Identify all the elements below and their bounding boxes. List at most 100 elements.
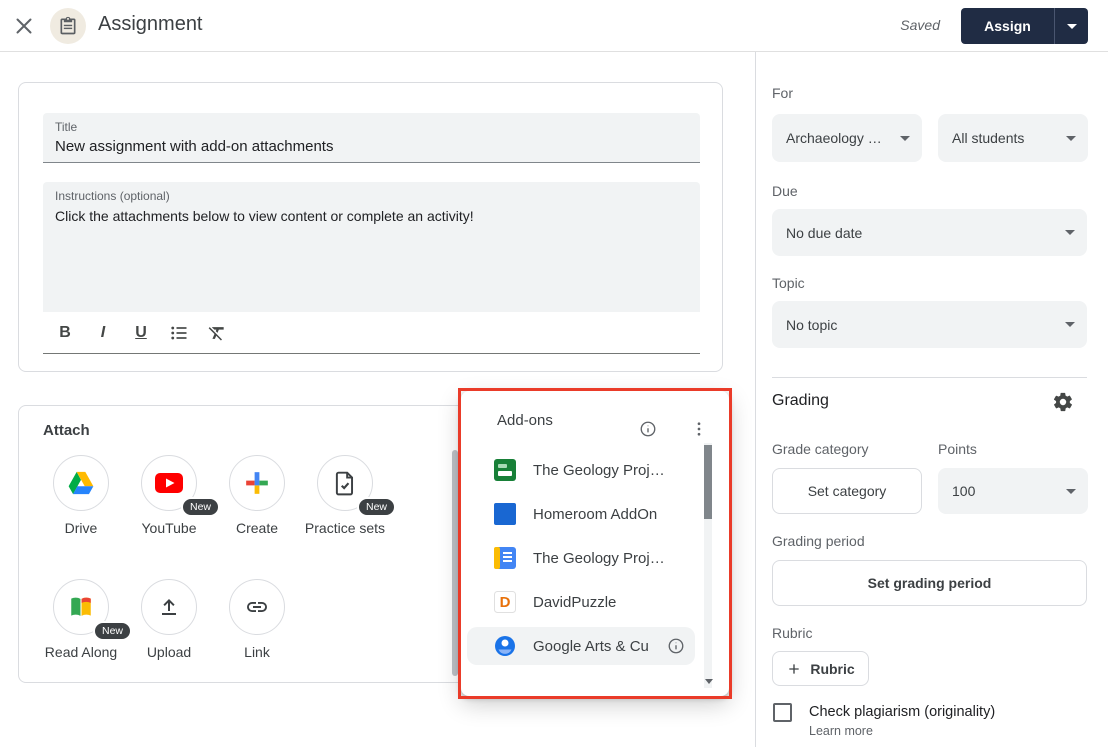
chevron-down-icon bbox=[1066, 489, 1076, 494]
rubric-button-label: Rubric bbox=[810, 661, 854, 677]
geology-addon-icon bbox=[494, 459, 516, 481]
attach-scrollbar[interactable] bbox=[452, 450, 458, 676]
due-label: Due bbox=[772, 183, 798, 199]
info-icon[interactable] bbox=[639, 420, 657, 443]
info-icon[interactable] bbox=[667, 637, 685, 660]
upload-icon[interactable] bbox=[141, 579, 197, 635]
chain-link-icon bbox=[245, 595, 269, 619]
davidpuzzle-addon-icon: D bbox=[494, 591, 516, 613]
attach-practice-sets-button[interactable]: Practice sets New bbox=[301, 455, 389, 538]
arts-culture-addon-icon bbox=[494, 635, 516, 657]
for-label: For bbox=[772, 85, 793, 101]
addon-item-google-arts-culture[interactable]: Google Arts & Cu bbox=[467, 627, 695, 665]
attach-link-button[interactable]: Link bbox=[213, 579, 301, 662]
popup-scrollbar-thumb[interactable] bbox=[704, 445, 712, 519]
instructions-text-area[interactable]: Instructions (optional) Click the attach… bbox=[43, 182, 700, 312]
set-category-select[interactable]: Set category bbox=[772, 468, 922, 514]
chevron-down-icon bbox=[1066, 136, 1076, 141]
attach-read-along-button[interactable]: Read Along New bbox=[37, 579, 125, 662]
book-icon bbox=[68, 594, 94, 620]
grading-title: Grading bbox=[772, 392, 829, 410]
add-rubric-button[interactable]: Rubric bbox=[772, 651, 869, 686]
close-button[interactable] bbox=[12, 14, 36, 38]
svg-text:D: D bbox=[500, 594, 511, 611]
assignment-icon bbox=[50, 8, 86, 44]
due-date-value: No due date bbox=[786, 225, 1065, 241]
sidebar-divider bbox=[755, 52, 756, 747]
more-options-icon[interactable] bbox=[690, 420, 708, 443]
assignment-form-card: Title New assignment with add-on attachm… bbox=[18, 82, 723, 372]
attach-youtube-button[interactable]: YouTube New bbox=[125, 455, 213, 538]
add-ons-popup: Add-ons The Geology Proj… Homeroom AddOn… bbox=[461, 391, 729, 696]
set-grading-period-button[interactable]: Set grading period bbox=[772, 560, 1087, 606]
popup-scrollbar[interactable] bbox=[704, 443, 712, 688]
underline-icon[interactable]: U bbox=[129, 321, 153, 345]
italic-icon[interactable]: I bbox=[91, 321, 115, 345]
students-select-value: All students bbox=[952, 130, 1066, 146]
due-date-select[interactable]: No due date bbox=[772, 209, 1087, 256]
instructions-label: Instructions (optional) bbox=[55, 189, 170, 203]
instructions-input[interactable]: Instructions (optional) Click the attach… bbox=[43, 182, 700, 354]
attach-item-label: Upload bbox=[125, 642, 213, 662]
addon-item-label: Homeroom AddOn bbox=[533, 506, 657, 523]
create-icon[interactable] bbox=[229, 455, 285, 511]
assign-dropdown-button[interactable] bbox=[1054, 8, 1088, 44]
addon-item-geology-1[interactable]: The Geology Proj… bbox=[467, 448, 695, 492]
clipboard-icon bbox=[58, 16, 78, 36]
attach-upload-button[interactable]: Upload bbox=[125, 579, 213, 662]
addon-item-label: The Geology Proj… bbox=[533, 462, 665, 479]
addon-item-davidpuzzle[interactable]: D DavidPuzzle bbox=[467, 580, 695, 624]
learn-more-link[interactable]: Learn more bbox=[809, 724, 873, 738]
chevron-down-icon bbox=[900, 136, 910, 141]
attach-label: Attach bbox=[43, 422, 90, 439]
students-select[interactable]: All students bbox=[938, 114, 1088, 162]
upload-arrow-icon bbox=[157, 595, 181, 619]
bulleted-list-icon[interactable] bbox=[167, 321, 191, 345]
page-title: Assignment bbox=[98, 13, 203, 36]
attach-item-label: Read Along bbox=[37, 642, 125, 662]
attach-item-label: Create bbox=[213, 518, 301, 538]
addon-item-label: Google Arts & Cu bbox=[533, 638, 649, 655]
attach-item-label: Drive bbox=[37, 518, 125, 538]
plagiarism-checkbox[interactable] bbox=[773, 703, 792, 722]
link-icon[interactable] bbox=[229, 579, 285, 635]
new-badge: New bbox=[357, 497, 396, 517]
google-plus-icon bbox=[244, 470, 270, 496]
addon-item-homeroom[interactable]: Homeroom AddOn bbox=[467, 492, 695, 536]
clear-formatting-icon[interactable] bbox=[205, 321, 229, 345]
points-value: 100 bbox=[952, 483, 1066, 499]
attach-create-button[interactable]: Create bbox=[213, 455, 301, 538]
gear-icon[interactable] bbox=[1052, 391, 1074, 418]
addon-item-label: DavidPuzzle bbox=[533, 594, 616, 611]
homeroom-addon-icon bbox=[494, 503, 516, 525]
chevron-down-icon bbox=[1065, 230, 1075, 235]
title-input[interactable]: Title New assignment with add-on attachm… bbox=[43, 113, 700, 163]
class-select[interactable]: Archaeology … bbox=[772, 114, 922, 162]
assign-split-button: Assign bbox=[961, 8, 1088, 44]
rubric-label: Rubric bbox=[772, 625, 812, 641]
points-select[interactable]: 100 bbox=[938, 468, 1088, 514]
points-label: Points bbox=[938, 441, 977, 457]
class-select-value: Archaeology … bbox=[786, 130, 900, 146]
drive-icon[interactable] bbox=[53, 455, 109, 511]
scroll-down-icon[interactable] bbox=[705, 679, 713, 684]
attach-drive-button[interactable]: Drive bbox=[37, 455, 125, 538]
plus-icon bbox=[786, 661, 802, 677]
set-grading-period-label: Set grading period bbox=[868, 575, 992, 591]
google-drive-icon bbox=[67, 469, 95, 497]
topic-select[interactable]: No topic bbox=[772, 301, 1087, 348]
title-label: Title bbox=[55, 120, 77, 134]
bold-icon[interactable]: B bbox=[53, 321, 77, 345]
close-icon bbox=[15, 17, 33, 35]
assign-button[interactable]: Assign bbox=[961, 8, 1054, 44]
addon-item-geology-2[interactable]: The Geology Proj… bbox=[467, 536, 695, 580]
document-check-icon bbox=[332, 470, 358, 496]
assignment-page: Assignment Saved Assign Title New assign… bbox=[0, 0, 1108, 747]
formatting-toolbar: B I U bbox=[43, 312, 700, 354]
youtube-play-icon bbox=[155, 473, 183, 493]
attach-item-label: Practice sets bbox=[301, 518, 389, 538]
chevron-down-icon bbox=[1065, 322, 1075, 327]
top-bar: Assignment Saved Assign bbox=[0, 0, 1108, 52]
notebook-addon-icon bbox=[494, 547, 516, 569]
grading-divider bbox=[772, 377, 1087, 378]
